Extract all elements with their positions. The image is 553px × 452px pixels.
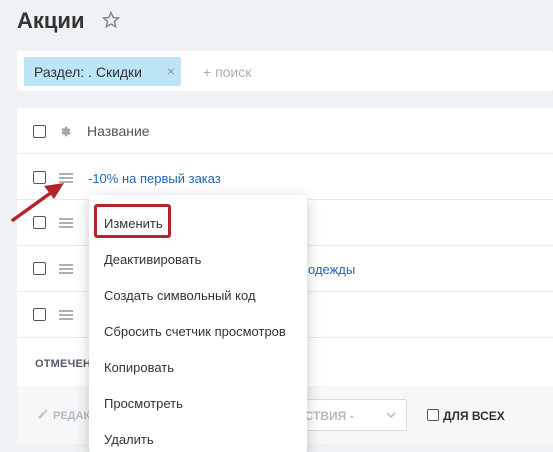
row-link[interactable]: -10% на первый заказ [88,171,221,186]
for-all-checkbox[interactable] [427,409,439,421]
gear-icon[interactable] [59,125,72,138]
column-header-name[interactable]: Название [87,123,150,139]
row-context-menu: Изменить Деактивировать Создать символьн… [89,195,307,452]
row-checkbox[interactable] [33,171,46,184]
pencil-icon [38,409,48,419]
search-input[interactable]: + поиск [203,64,251,80]
chevron-down-icon [386,412,396,419]
for-all-label: ДЛЯ ВСЕХ [443,409,505,423]
menu-item-deactivate[interactable]: Деактивировать [104,252,201,267]
row-link[interactable]: одежды [308,262,355,277]
star-icon[interactable] [102,11,120,29]
menu-item-delete[interactable]: Удалить [104,432,154,447]
edit-action-button[interactable]: РЕДАК [53,410,90,422]
menu-item-edit[interactable]: Изменить [104,216,163,231]
row-menu-icon[interactable] [59,173,73,183]
page-title: Акции [17,8,85,33]
menu-item-copy[interactable]: Копировать [104,360,174,375]
grid-header: Название [17,108,553,154]
row-checkbox[interactable] [33,262,46,275]
menu-item-create-code[interactable]: Создать символьный код [104,288,256,303]
filter-bar: Раздел: . Скидки × + поиск [17,51,553,91]
filter-chip[interactable]: Раздел: . Скидки × [24,57,181,86]
row-menu-icon[interactable] [59,218,73,228]
row-menu-icon[interactable] [59,310,73,320]
menu-item-reset-counter[interactable]: Сбросить счетчик просмотров [104,324,286,339]
table-row: -10% на первый заказ [17,154,553,200]
row-checkbox[interactable] [33,216,46,229]
filter-chip-label: Раздел: . Скидки [34,63,143,80]
row-checkbox[interactable] [33,308,46,321]
select-all-checkbox[interactable] [33,125,46,138]
chip-close-icon[interactable]: × [167,64,175,78]
row-menu-icon[interactable] [59,264,73,274]
selected-count-label: ОТМЕЧЕН [35,358,92,370]
menu-item-view[interactable]: Просмотреть [104,396,183,411]
